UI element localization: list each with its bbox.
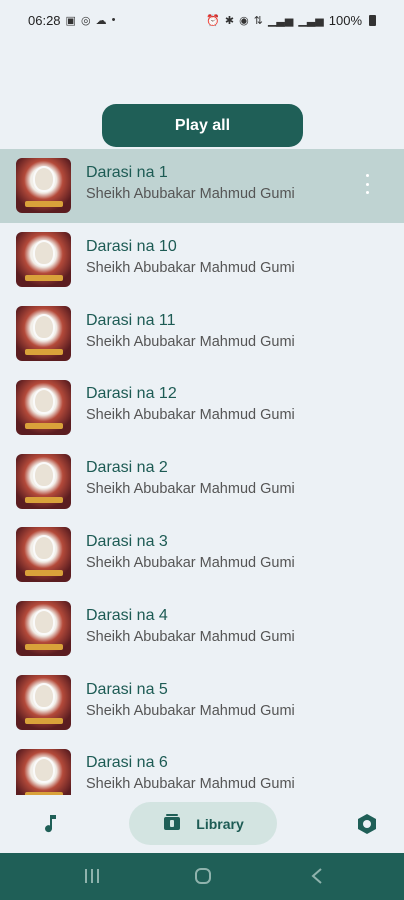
status-bar: 06:28 ▣ ◎ ☁ • ⏰ ✱ ◉ ⇅ ▁▃▅ ▁▃▅ 100% (0, 0, 404, 40)
play-all-button[interactable]: Play all (102, 104, 303, 147)
track-artist: Sheikh Abubakar Mahmud Gumi (86, 481, 295, 498)
battery-icon (369, 14, 376, 26)
hotspot-icon: ◉ (239, 14, 249, 27)
track-thumbnail (16, 305, 71, 361)
whatsapp-icon: ◎ (80, 14, 91, 27)
status-right: ⏰ ✱ ◉ ⇅ ▁▃▅ ▁▃▅ 100% (206, 13, 376, 28)
dot-icon: • (111, 14, 116, 26)
track-artist: Sheikh Abubakar Mahmud Gumi (86, 628, 295, 645)
track-text: Darasi na 11 Sheikh Abubakar Mahmud Gumi (86, 311, 295, 352)
status-time: 06:28 (28, 12, 61, 28)
cloud-icon: ☁ (95, 14, 107, 27)
track-text: Darasi na 6 Sheikh Abubakar Mahmud Gumi (86, 753, 295, 794)
library-icon (162, 812, 182, 835)
track-row[interactable]: Darasi na 2 Sheikh Abubakar Mahmud Gumi (0, 444, 404, 518)
track-title: Darasi na 4 (86, 606, 168, 624)
track-text: Darasi na 5 Sheikh Abubakar Mahmud Gumi (86, 680, 295, 721)
library-label: Library (196, 815, 244, 832)
track-text: Darasi na 10 Sheikh Abubakar Mahmud Gumi (86, 237, 295, 278)
track-title: Darasi na 10 (86, 237, 177, 255)
track-row[interactable]: Darasi na 4 Sheikh Abubakar Mahmud Gumi (0, 592, 404, 666)
track-text: Darasi na 1 Sheikh Abubakar Mahmud Gumi (86, 163, 295, 204)
track-text: Darasi na 3 Sheikh Abubakar Mahmud Gumi (86, 532, 295, 573)
signal-icon-1: ▁▃▅ (267, 14, 294, 27)
track-row[interactable]: Darasi na 11 Sheikh Abubakar Mahmud Gumi (0, 297, 404, 371)
track-artist: Sheikh Abubakar Mahmud Gumi (86, 186, 295, 202)
status-left: 06:28 ▣ ◎ ☁ • (28, 13, 115, 28)
track-artist: Sheikh Abubakar Mahmud Gumi (86, 554, 295, 571)
track-thumbnail (16, 674, 71, 730)
track-title: Darasi na 5 (86, 680, 168, 698)
music-note-icon[interactable] (38, 812, 62, 836)
track-row[interactable]: Darasi na 5 Sheikh Abubakar Mahmud Gumi (0, 666, 404, 740)
signal-icon-2: ▁▃▅ (298, 14, 324, 27)
track-title: Darasi na 6 (86, 754, 168, 772)
track-thumbnail (16, 158, 71, 214)
track-row[interactable]: Darasi na 3 Sheikh Abubakar Mahmud Gumi (0, 518, 404, 592)
track-row[interactable]: Darasi na 10 Sheikh Abubakar Mahmud Gumi (0, 223, 404, 297)
bluetooth-icon: ✱ (224, 14, 235, 27)
track-text: Darasi na 12 Sheikh Abubakar Mahmud Gumi (86, 384, 295, 425)
track-thumbnail (16, 601, 71, 657)
more-options-icon[interactable] (364, 174, 370, 194)
system-navigation-bar (0, 853, 404, 900)
data-icon: ⇅ (253, 14, 263, 27)
settings-icon[interactable] (355, 812, 379, 836)
track-title: Darasi na 2 (86, 459, 168, 477)
track-list: Darasi na 1 Sheikh Abubakar Mahmud Gumi … (0, 149, 404, 795)
track-thumbnail (16, 748, 71, 795)
track-artist: Sheikh Abubakar Mahmud Gumi (86, 776, 295, 793)
track-title: Darasi na 12 (86, 385, 177, 403)
back-icon[interactable] (310, 867, 324, 890)
track-artist: Sheikh Abubakar Mahmud Gumi (86, 407, 295, 424)
track-row[interactable]: Darasi na 12 Sheikh Abubakar Mahmud Gumi (0, 370, 404, 444)
track-row[interactable]: Darasi na 6 Sheikh Abubakar Mahmud Gumi (0, 739, 404, 795)
recent-apps-icon[interactable] (84, 867, 100, 890)
track-text: Darasi na 2 Sheikh Abubakar Mahmud Gumi (86, 458, 295, 499)
alarm-icon: ⏰ (206, 14, 220, 27)
gallery-icon: ▣ (65, 14, 76, 27)
track-thumbnail (16, 232, 71, 288)
track-thumbnail (16, 453, 71, 509)
bottom-nav: Library (0, 795, 404, 853)
nav-library-tab[interactable]: Library (129, 802, 277, 845)
home-icon[interactable] (194, 867, 212, 890)
track-text: Darasi na 4 Sheikh Abubakar Mahmud Gumi (86, 606, 295, 647)
track-thumbnail (16, 379, 71, 435)
track-artist: Sheikh Abubakar Mahmud Gumi (86, 259, 295, 276)
track-title: Darasi na 11 (86, 311, 176, 329)
track-row[interactable]: Darasi na 1 Sheikh Abubakar Mahmud Gumi (0, 149, 404, 223)
track-title: Darasi na 3 (86, 532, 168, 550)
track-artist: Sheikh Abubakar Mahmud Gumi (86, 333, 295, 350)
track-title: Darasi na 1 (86, 164, 168, 181)
battery-percent: 100% (328, 12, 362, 28)
track-thumbnail (16, 527, 71, 583)
track-artist: Sheikh Abubakar Mahmud Gumi (86, 702, 295, 719)
